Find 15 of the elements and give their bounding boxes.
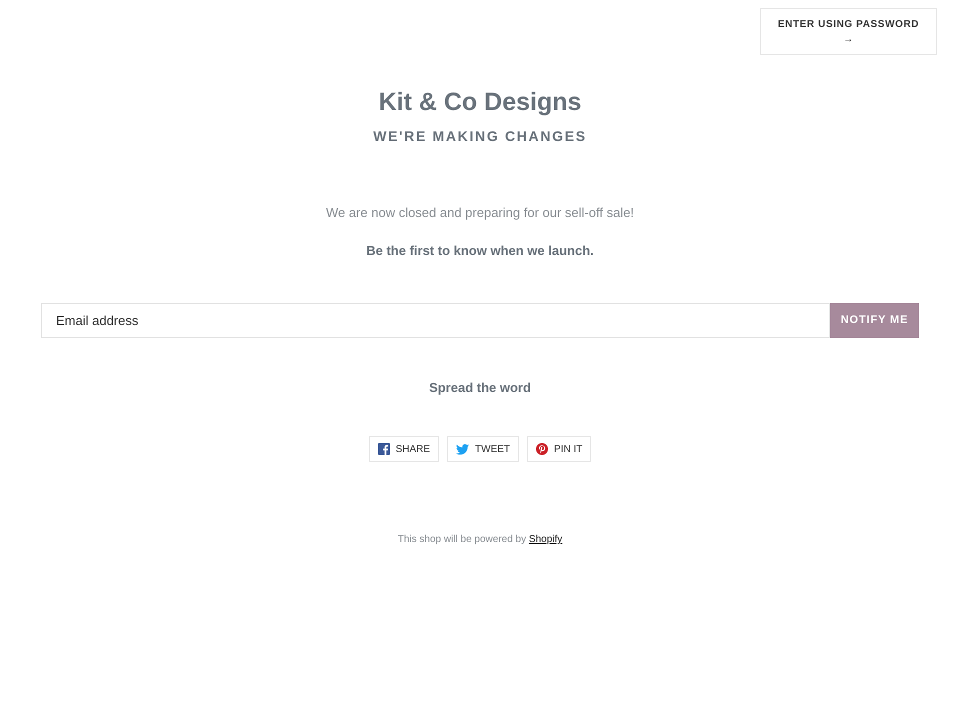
p-circle-icon bbox=[536, 443, 548, 455]
message-text: We are now closed and preparing for our sell-off sale! bbox=[326, 204, 634, 222]
password-button[interactable]: ENTER USING PASSWORD → bbox=[760, 8, 937, 55]
footer-text: This shop will be powered by Shopify bbox=[398, 533, 562, 547]
subtitle: WE'RE MAKING CHANGES bbox=[373, 127, 587, 146]
share-button[interactable]: PIN IT bbox=[527, 436, 592, 462]
email-field[interactable]: Email address bbox=[41, 303, 830, 338]
share-button[interactable]: SHARE bbox=[368, 436, 440, 462]
f-square-icon bbox=[378, 443, 390, 455]
shopify-link[interactable]: Shopify bbox=[528, 534, 562, 545]
call-to-action-text: Be the first to know when we launch. bbox=[366, 242, 594, 260]
bird-icon bbox=[456, 444, 470, 454]
share-heading: Spread the word bbox=[429, 379, 531, 397]
shop-title: Kit & Co Designs bbox=[378, 87, 582, 118]
share-button[interactable]: TWEET bbox=[447, 436, 520, 462]
